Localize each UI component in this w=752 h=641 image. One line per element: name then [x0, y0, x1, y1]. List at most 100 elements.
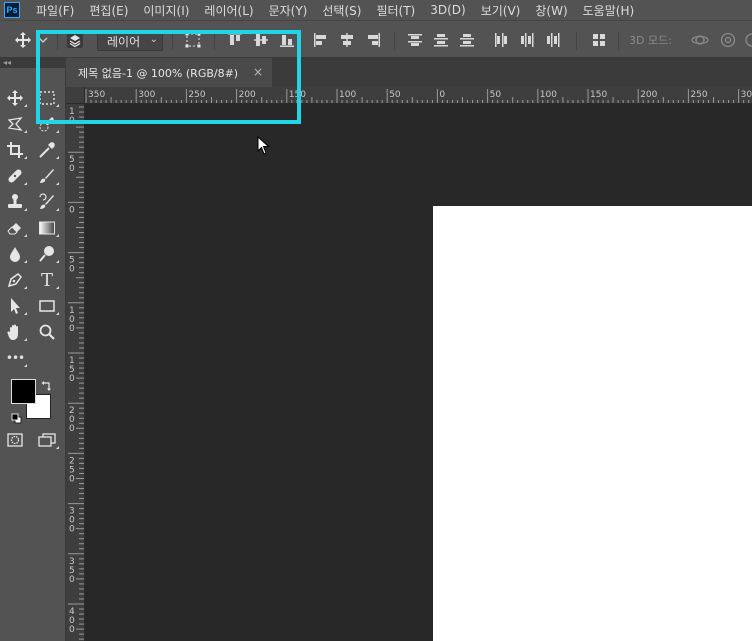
toolbar-collapse-strip[interactable]: ◂◂ [0, 58, 66, 68]
move-tool-icon[interactable] [10, 21, 36, 59]
ruler-h-label: 150 [590, 90, 607, 100]
orbit-3d-icon[interactable] [688, 21, 712, 59]
ruler-v-label: 0 [69, 265, 75, 275]
menu-select[interactable]: 선택(S) [322, 2, 361, 19]
vertical-ruler-ticks: 1050050100150200250300350400 [68, 106, 84, 640]
marquee-tool-icon[interactable] [34, 86, 60, 110]
quick-select-tool-icon[interactable] [34, 112, 60, 136]
tool-preset-chevron-icon[interactable] [36, 21, 50, 59]
edit-toolbar-glyph: ••• [5, 351, 25, 365]
collapse-icon[interactable]: ◂◂ [3, 58, 11, 67]
roll-3d-icon[interactable] [716, 21, 740, 59]
eyedropper-tool-icon[interactable] [34, 138, 60, 162]
auto-select-target-dropdown[interactable]: 레이어 ⌄ [97, 31, 163, 51]
ruler-h-label: 300 [138, 90, 155, 100]
hand-tool-icon[interactable] [2, 320, 28, 344]
ruler-h-label: 150 [289, 90, 306, 100]
menu-view[interactable]: 보기(V) [481, 2, 521, 19]
align-top-icon[interactable] [224, 21, 246, 59]
rectangle-tool-icon[interactable] [34, 294, 60, 318]
distribute-right-icon[interactable] [542, 21, 564, 59]
lasso-tool-icon[interactable] [2, 112, 28, 136]
menu-bar: Ps 파일(F) 편집(E) 이미지(I) 레이어(L) 문자(Y) 선택(S)… [0, 0, 752, 20]
document-tab-bar: 제목 없음-1 @ 100% (RGB/8#) × [66, 58, 752, 87]
align-bottom-icon[interactable] [276, 21, 298, 59]
healing-brush-tool-icon[interactable] [2, 164, 28, 188]
auto-select-target-value: 레이어 [107, 34, 141, 49]
ruler-h-label: 0 [439, 90, 445, 100]
mouse-cursor-icon [257, 135, 271, 156]
ruler-h-label: 250 [690, 90, 707, 100]
distribute-left-icon[interactable] [490, 21, 512, 59]
pan-3d-icon[interactable] [742, 21, 752, 59]
ruler-v-label: 0 [69, 474, 75, 484]
foreground-color-swatch[interactable] [11, 379, 36, 404]
ruler-v-label: 0 [69, 575, 75, 585]
distribute-bottom-icon[interactable] [456, 21, 478, 59]
document-canvas[interactable] [433, 206, 752, 641]
menu-3d[interactable]: 3D(D) [430, 3, 465, 17]
ruler-v-label: 0 [69, 525, 75, 535]
distribute-vcenter-icon[interactable] [430, 21, 452, 59]
ruler-v-label: 0 [69, 116, 75, 126]
ruler-h-label: 100 [339, 90, 356, 100]
photoshop-logo: Ps [4, 2, 20, 18]
clone-stamp-tool-icon[interactable] [2, 190, 28, 214]
distribute-hcenter-icon[interactable] [516, 21, 538, 59]
menu-help[interactable]: 도움말(H) [583, 2, 635, 19]
options-bar: 레이어 ⌄ 3D 모드: [0, 20, 752, 58]
distribute-top-icon[interactable] [404, 21, 426, 59]
ruler-h-label: 50 [389, 90, 401, 100]
swap-colors-icon[interactable] [41, 377, 53, 396]
ruler-v-label: 0 [69, 324, 75, 334]
ruler-v-label: 0 [69, 164, 75, 174]
ruler-h-label: 350 [88, 90, 105, 100]
menu-edit[interactable]: 편집(E) [89, 2, 128, 19]
type-tool-icon[interactable]: T [34, 268, 60, 292]
edit-toolbar-icon[interactable]: ••• [2, 346, 28, 370]
ruler-h-label: 250 [188, 90, 205, 100]
gradient-tool-icon[interactable] [34, 216, 60, 240]
canvas-area[interactable] [85, 104, 752, 641]
menu-window[interactable]: 창(W) [535, 2, 567, 19]
transform-controls-icon[interactable] [180, 21, 206, 59]
align-hcenter-icon[interactable] [336, 21, 358, 59]
default-colors-icon[interactable] [11, 409, 22, 428]
document-tab-title: 제목 없음-1 @ 100% (RGB/8#) [78, 66, 239, 80]
menu-image[interactable]: 이미지(I) [143, 2, 189, 19]
eraser-tool-icon[interactable] [2, 216, 28, 240]
menu-type[interactable]: 문자(Y) [269, 2, 308, 19]
auto-align-icon[interactable] [588, 21, 610, 59]
align-vcenter-icon[interactable] [250, 21, 272, 59]
path-select-tool-icon[interactable] [2, 294, 28, 318]
menu-filter[interactable]: 필터(T) [376, 2, 415, 19]
crop-tool-icon[interactable] [2, 138, 28, 162]
menu-file[interactable]: 파일(F) [36, 2, 74, 19]
ruler-origin[interactable] [66, 87, 85, 104]
screen-mode-icon[interactable] [34, 428, 60, 452]
ruler-v-label: 0 [69, 205, 75, 215]
blur-tool-icon[interactable] [2, 242, 28, 266]
align-right-icon[interactable] [362, 21, 384, 59]
horizontal-ruler[interactable]: 350 300 250 200 150 100 50 0 50 100 150 200 250 300 [85, 87, 752, 104]
zoom-tool-icon[interactable] [34, 320, 60, 344]
brush-tool-icon[interactable] [34, 164, 60, 188]
ruler-h-label: 100 [540, 90, 557, 100]
vertical-ruler[interactable]: 1050050100150200250300350400 [66, 104, 85, 641]
close-icon[interactable]: × [253, 65, 263, 79]
history-brush-tool-icon[interactable] [34, 190, 60, 214]
layer-stack-icon[interactable] [62, 21, 88, 59]
menu-layer[interactable]: 레이어(L) [204, 2, 253, 19]
ruler-h-label: 200 [640, 90, 657, 100]
move-tool-icon[interactable] [2, 86, 28, 110]
ruler-v-label: 0 [69, 424, 75, 434]
align-left-icon[interactable] [310, 21, 332, 59]
chevron-down-icon: ⌄ [149, 34, 158, 45]
quick-mask-icon[interactable] [2, 428, 28, 452]
dodge-tool-icon[interactable] [34, 242, 60, 266]
pen-tool-icon[interactable] [2, 268, 28, 292]
document-tab[interactable]: 제목 없음-1 @ 100% (RGB/8#) × [66, 58, 272, 87]
ruler-h-label: 50 [490, 90, 502, 100]
type-tool-glyph: T [40, 269, 53, 291]
ruler-v-label: 0 [69, 625, 75, 635]
